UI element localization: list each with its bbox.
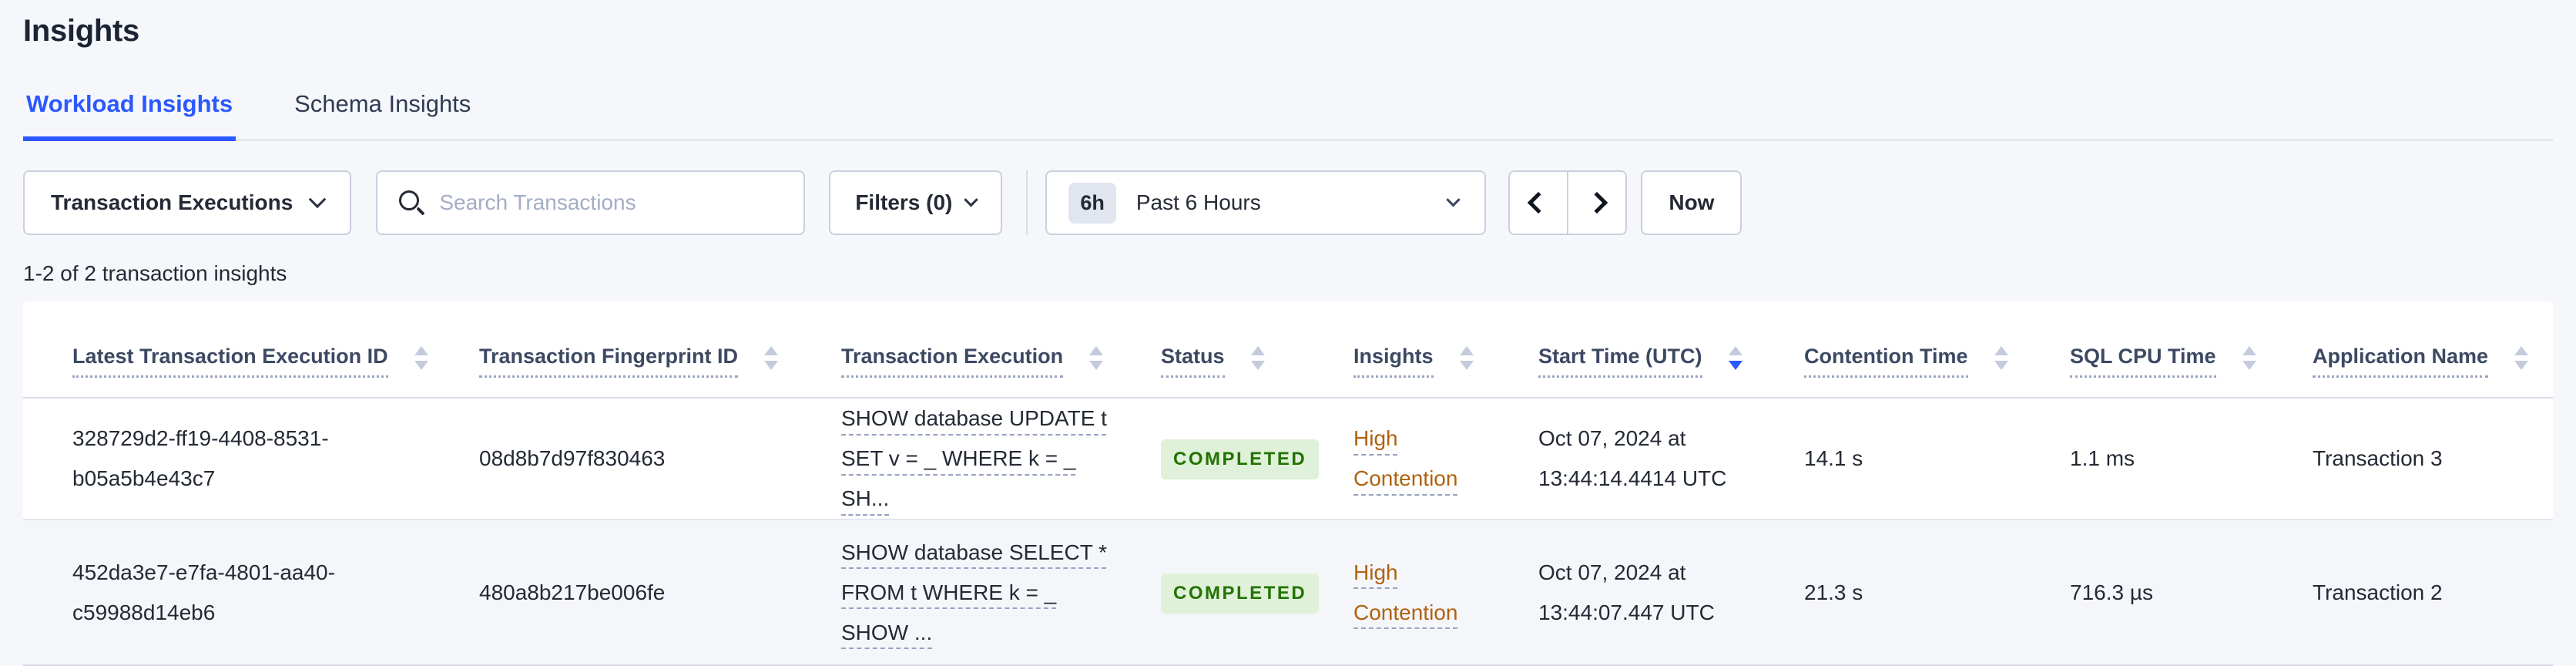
sql-cpu-time-cell: 716.3 µs — [2070, 580, 2153, 604]
column-header-transaction-execution[interactable]: Transaction Execution — [817, 301, 1136, 398]
application-name-cell: Transaction 2 — [2313, 580, 2443, 604]
column-header-contention-time[interactable]: Contention Time — [1779, 301, 2045, 398]
sort-icon — [1728, 345, 1742, 370]
transaction-execution-cell: SHOW database SELECT * FROM t WHERE k = … — [817, 520, 1136, 666]
sql-cpu-time-cell: 1.1 ms — [2070, 446, 2135, 470]
start-time-cell: Oct 07, 2024 at 13:44:07.447 UTC — [1538, 560, 1715, 624]
column-header-start-time[interactable]: Start Time (UTC) — [1514, 301, 1779, 398]
chevron-left-icon — [1528, 191, 1550, 214]
sort-icon — [764, 345, 779, 370]
sort-icon — [2242, 345, 2256, 370]
time-range-picker[interactable]: 6h Past 6 Hours — [1045, 170, 1487, 235]
fingerprint-id-cell: 08d8b7d97f830463 — [479, 446, 666, 470]
high-contention-link[interactable]: High Contention — [1353, 426, 1457, 490]
filters-label: Filters (0) — [855, 190, 953, 214]
chevron-down-icon — [1446, 192, 1461, 207]
start-time-cell: Oct 07, 2024 at 13:44:14.4414 UTC — [1538, 426, 1727, 490]
tabs: Workload Insights Schema Insights — [23, 90, 2553, 141]
search-box[interactable] — [376, 170, 806, 235]
sort-icon — [1994, 345, 2008, 370]
insight-type-label: Transaction Executions — [51, 190, 293, 214]
insights-page: Insights Workload Insights Schema Insigh… — [0, 0, 2576, 666]
high-contention-link[interactable]: High Contention — [1353, 560, 1457, 624]
results-summary: 1-2 of 2 transaction insights — [23, 261, 287, 285]
latest-execution-id-cell: 328729d2-ff19-4408-8531-b05a5b4e43c7 — [72, 426, 329, 490]
filters-button[interactable]: Filters (0) — [829, 170, 1003, 235]
sort-icon — [1089, 345, 1104, 370]
chevron-down-icon — [309, 190, 327, 209]
toolbar: Transaction Executions Filters (0) 6h Pa… — [23, 170, 2553, 235]
time-range-badge: 6h — [1068, 182, 1116, 224]
status-badge: COMPLETED — [1161, 573, 1320, 614]
page-title: Insights — [23, 14, 139, 48]
transaction-insights-table: Latest Transaction Execution ID Transact… — [23, 301, 2553, 666]
status-cell: COMPLETED — [1136, 398, 1329, 520]
sort-icon — [2514, 345, 2529, 370]
column-header-latest-transaction-execution-id[interactable]: Latest Transaction Execution ID — [23, 301, 454, 398]
table-row: 328729d2-ff19-4408-8531-b05a5b4e43c7 08d… — [23, 398, 2553, 520]
now-button[interactable]: Now — [1641, 170, 1742, 235]
sort-icon — [414, 345, 428, 370]
latest-execution-id-cell: 452da3e7-e7fa-4801-aa40-c59988d14eb6 — [72, 560, 335, 624]
status-badge: COMPLETED — [1161, 439, 1320, 479]
time-range-label: Past 6 Hours — [1135, 190, 1261, 214]
contention-time-cell: 21.3 s — [1804, 580, 1863, 604]
application-name-cell: Transaction 3 — [2313, 446, 2443, 470]
contention-time-cell: 14.1 s — [1804, 446, 1863, 470]
insights-cell: High Contention — [1329, 520, 1514, 666]
table-header-row: Latest Transaction Execution ID Transact… — [23, 301, 2553, 398]
table-row: 452da3e7-e7fa-4801-aa40-c59988d14eb6 480… — [23, 520, 2553, 666]
column-header-transaction-fingerprint-id[interactable]: Transaction Fingerprint ID — [454, 301, 817, 398]
tab-workload-insights[interactable]: Workload Insights — [23, 90, 236, 141]
sort-icon — [1250, 345, 1265, 370]
transaction-execution-link[interactable]: SHOW database SELECT * FROM t WHERE k = … — [841, 540, 1107, 644]
time-nav-group — [1508, 170, 1628, 235]
sort-icon — [1459, 345, 1474, 370]
transaction-execution-link[interactable]: SHOW database UPDATE t SET v = _ WHERE k… — [841, 406, 1107, 510]
transaction-execution-cell: SHOW database UPDATE t SET v = _ WHERE k… — [817, 398, 1136, 520]
insights-cell: High Contention — [1329, 398, 1514, 520]
insight-type-dropdown[interactable]: Transaction Executions — [23, 170, 352, 235]
status-cell: COMPLETED — [1136, 520, 1329, 666]
search-input[interactable] — [439, 190, 784, 215]
column-header-status[interactable]: Status — [1136, 301, 1329, 398]
chevron-down-icon — [964, 192, 979, 207]
search-icon — [397, 189, 425, 217]
column-header-application-name[interactable]: Application Name — [2288, 301, 2553, 398]
fingerprint-id-cell: 480a8b217be006fe — [479, 580, 666, 604]
column-header-insights[interactable]: Insights — [1329, 301, 1514, 398]
insights-table-card: Latest Transaction Execution ID Transact… — [23, 301, 2553, 666]
tab-schema-insights[interactable]: Schema Insights — [291, 90, 474, 141]
toolbar-divider — [1026, 170, 1028, 235]
column-header-sql-cpu-time[interactable]: SQL CPU Time — [2045, 301, 2288, 398]
time-next-button[interactable] — [1567, 170, 1628, 235]
chevron-right-icon — [1586, 191, 1608, 214]
time-prev-button[interactable] — [1508, 170, 1569, 235]
